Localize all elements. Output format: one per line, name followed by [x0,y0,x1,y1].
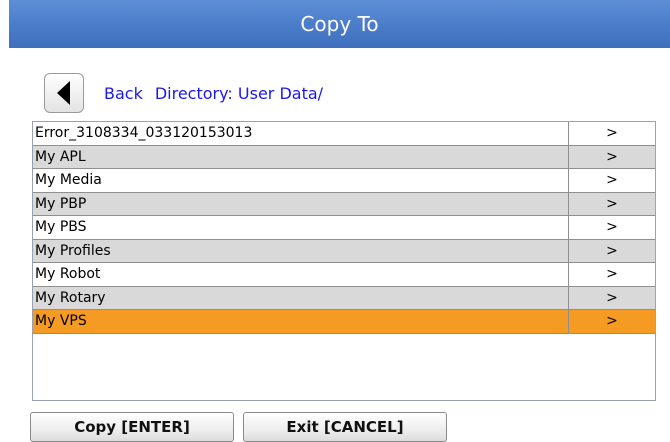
list-item[interactable]: My PBS > [33,216,655,240]
expand-arrow[interactable]: > [569,146,655,169]
exit-button[interactable]: Exit [CANCEL] [243,412,447,442]
expand-arrow[interactable]: > [569,193,655,216]
triangle-left-icon [57,81,70,105]
list-item-name: Error_3108334_033120153013 [33,122,569,145]
list-item-name: My Profiles [33,239,569,262]
button-bar: Copy [ENTER] Exit [CANCEL] [30,412,447,442]
list-item[interactable]: My Profiles > [33,239,655,263]
list-item[interactable]: Error_3108334_033120153013 > [33,122,655,146]
expand-arrow[interactable]: > [569,287,655,310]
list-item-name: My Robot [33,263,569,286]
expand-arrow[interactable]: > [569,216,655,239]
list-item[interactable]: My Rotary > [33,286,655,310]
file-list[interactable]: Error_3108334_033120153013 > My APL > My… [32,121,656,401]
list-item-name: My PBS [33,216,569,239]
expand-arrow[interactable]: > [569,310,655,333]
directory-path: Directory: User Data/ [154,83,324,103]
expand-arrow[interactable]: > [569,240,655,263]
list-item-name: My Rotary [33,286,569,309]
window-title: Copy To [300,12,379,36]
list-item[interactable]: My APL > [33,145,655,169]
list-item[interactable]: My Media > [33,169,655,193]
list-item-selected[interactable]: My VPS > [33,310,655,334]
expand-arrow[interactable]: > [569,263,655,286]
expand-arrow[interactable]: > [569,122,655,145]
directory-nav: Back Directory: User Data/ [44,73,323,113]
list-item-name: My VPS [33,310,569,333]
list-item[interactable]: My Robot > [33,263,655,287]
title-bar: Copy To [9,0,670,48]
back-button[interactable] [44,73,84,113]
list-item-name: My PBP [33,192,569,215]
copy-button[interactable]: Copy [ENTER] [30,412,234,442]
list-item-name: My APL [33,145,569,168]
list-item[interactable]: My PBP > [33,192,655,216]
list-item-name: My Media [33,169,569,192]
expand-arrow[interactable]: > [569,169,655,192]
back-label[interactable]: Back [104,84,143,103]
